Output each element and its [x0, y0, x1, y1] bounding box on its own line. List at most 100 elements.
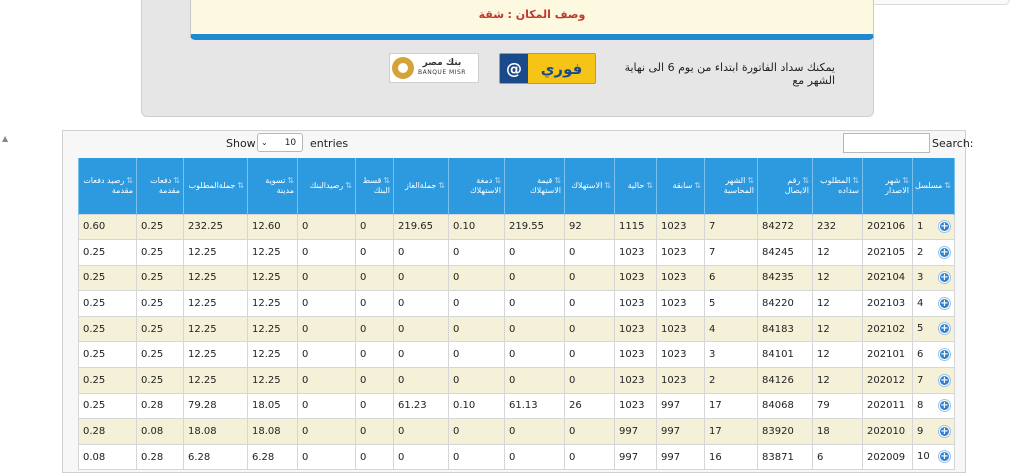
- plus-circle-icon[interactable]: +: [939, 400, 950, 412]
- table-cell: 84068: [757, 392, 813, 420]
- row-serial-cell[interactable]: +5: [912, 315, 955, 343]
- table-cell: 0: [297, 392, 356, 420]
- table-cell: 0: [297, 213, 356, 241]
- table-cell: 0: [504, 239, 565, 266]
- row-serial-cell[interactable]: +7: [912, 367, 955, 394]
- column-header-label: مسلسل: [915, 180, 943, 190]
- row-serial-number: 4: [917, 297, 924, 309]
- column-header[interactable]: ⇅دمغة الاستهلاك: [448, 158, 505, 214]
- row-serial-cell[interactable]: +1: [912, 213, 955, 241]
- scroll-up-arrow-icon[interactable]: ▲: [2, 134, 8, 143]
- table-cell: 17: [704, 392, 758, 420]
- table-cell: 4: [704, 315, 758, 343]
- table-cell: 6.28: [247, 443, 298, 471]
- column-header[interactable]: ⇅سابقة: [656, 158, 705, 214]
- table-cell: 1023: [656, 315, 705, 343]
- sort-arrows-icon: ⇅: [345, 180, 352, 190]
- row-serial-cell[interactable]: +9: [912, 418, 955, 445]
- table-row: +1 202106 232 84272 7 1023 1115 92 219.55 0.10 219…: [78, 213, 955, 241]
- plus-circle-icon[interactable]: +: [939, 349, 950, 361]
- table-cell: 12.25: [183, 239, 248, 266]
- table-cell: 0: [297, 315, 356, 343]
- table-cell: 997: [614, 418, 657, 445]
- table-cell: 202101: [862, 341, 913, 369]
- show-label: Show: [226, 137, 256, 150]
- table-cell: 1023: [656, 213, 705, 241]
- row-serial-cell[interactable]: +6: [912, 341, 955, 369]
- table-cell: 0.28: [136, 443, 184, 471]
- table-cell: 0: [448, 341, 505, 369]
- table-row: +3 202104 12 84235 6 1023 1023 0 0 0 0 0 0 12.25 12.25…: [78, 264, 955, 292]
- row-serial-number: 8: [917, 400, 924, 412]
- table-cell: 0: [448, 443, 505, 471]
- column-header[interactable]: ⇅مسلسل: [912, 158, 955, 214]
- row-serial-cell[interactable]: +8: [912, 392, 955, 420]
- table-cell: 5: [704, 290, 758, 317]
- table-cell: 0.25: [78, 367, 137, 394]
- table-cell: 0: [564, 315, 615, 343]
- table-cell: 84101: [757, 341, 813, 369]
- sort-arrows-icon: ⇅: [902, 175, 909, 185]
- page-size-value: 10: [284, 137, 297, 148]
- table-cell: 7: [704, 213, 758, 241]
- row-serial-cell[interactable]: +10: [912, 443, 955, 471]
- table-cell: 18.08: [247, 418, 298, 445]
- plus-circle-icon[interactable]: +: [939, 425, 950, 437]
- table-cell: 83920: [757, 418, 813, 445]
- plus-circle-icon[interactable]: +: [939, 374, 950, 386]
- plus-circle-icon[interactable]: +: [939, 323, 950, 335]
- table-cell: 0.28: [78, 418, 137, 445]
- sort-arrows-icon: ⇅: [494, 175, 501, 185]
- column-header[interactable]: ⇅رقم الايصال: [757, 158, 813, 214]
- plus-circle-icon[interactable]: +: [939, 451, 950, 463]
- column-header[interactable]: ⇅المطلوب سداده: [812, 158, 863, 214]
- table-cell: 12: [812, 290, 863, 317]
- table-cell: 1023: [614, 239, 657, 266]
- column-header[interactable]: ⇅رصيد دفعات مقدمة: [78, 158, 137, 214]
- column-header[interactable]: ⇅جملةالمطلوب: [183, 158, 248, 214]
- table-cell: 202105: [862, 239, 913, 266]
- column-header[interactable]: ⇅جملةالغاز: [393, 158, 449, 214]
- table-cell: 12.25: [247, 264, 298, 292]
- table-cell: 12.25: [183, 290, 248, 317]
- plus-circle-icon[interactable]: +: [939, 246, 950, 258]
- column-header[interactable]: ⇅دفعات مقدمة: [136, 158, 184, 214]
- table-cell: 0: [355, 418, 394, 445]
- page-size-select[interactable]: ⌄ 10: [257, 133, 303, 152]
- row-serial-cell[interactable]: +3: [912, 264, 955, 292]
- table-cell: 0: [393, 341, 449, 369]
- plus-circle-icon[interactable]: +: [939, 297, 950, 309]
- table-cell: 0: [448, 418, 505, 445]
- fawry-logo: @ فوري: [499, 53, 596, 84]
- table-body: +1 202106 232 84272 7 1023 1115 92 219.55 0.10 219…: [78, 213, 955, 471]
- account-info-card: وصف المكان : شقة: [190, 0, 874, 40]
- table-cell: 0.25: [136, 367, 184, 394]
- table-cell: 1023: [614, 315, 657, 343]
- table-cell: 0: [297, 367, 356, 394]
- table-cell: 1023: [656, 341, 705, 369]
- table-cell: 0.25: [78, 341, 137, 369]
- table-cell: 12.25: [183, 367, 248, 394]
- plus-circle-icon[interactable]: +: [939, 221, 950, 233]
- search-input[interactable]: [843, 133, 930, 153]
- row-serial-cell[interactable]: +2: [912, 239, 955, 266]
- table-cell: 0: [355, 443, 394, 471]
- column-header[interactable]: ⇅قسط البنك: [355, 158, 394, 214]
- column-header[interactable]: ⇅رصيدالبنك: [297, 158, 356, 214]
- table-cell: 0: [297, 443, 356, 471]
- column-header[interactable]: ⇅الشهر المحاسبة: [704, 158, 758, 214]
- table-cell: 0: [355, 341, 394, 369]
- table-cell: 202012: [862, 367, 913, 394]
- column-header[interactable]: ⇅الاستهلاك: [564, 158, 615, 214]
- column-header[interactable]: ⇅حالية: [614, 158, 657, 214]
- table-cell: 0: [504, 264, 565, 292]
- plus-circle-icon[interactable]: +: [939, 272, 950, 284]
- table-cell: 0: [297, 418, 356, 445]
- column-header[interactable]: ⇅شهر الاصدار: [862, 158, 913, 214]
- table-cell: 0: [393, 443, 449, 471]
- column-header[interactable]: ⇅تسوية مدينة: [247, 158, 298, 214]
- row-serial-cell[interactable]: +4: [912, 290, 955, 317]
- table-cell: 0: [355, 392, 394, 420]
- table-cell: 1115: [614, 213, 657, 241]
- column-header[interactable]: ⇅قيمة الاستهلاك: [504, 158, 565, 214]
